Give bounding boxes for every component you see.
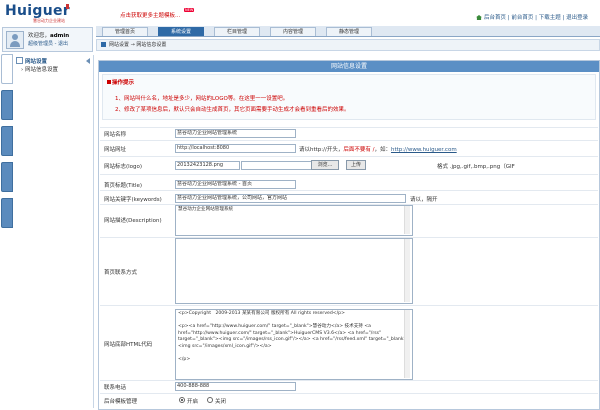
logo-slogan: 慧谷动力企业建站 — [33, 18, 65, 23]
label-site-url: 网站网址 — [104, 147, 127, 153]
divider — [100, 174, 598, 175]
tab-content-management[interactable]: 内容管理 — [270, 27, 316, 36]
url-example-link[interactable]: http://www.huiguer.com — [391, 147, 457, 153]
radio-disable-label[interactable]: 关闭 — [215, 397, 226, 405]
label-logo: 网站标志(logo) — [104, 164, 143, 170]
divider — [100, 393, 598, 394]
logo[interactable]: Huiguer — [5, 3, 70, 19]
divider — [100, 305, 598, 306]
label-footer-html: 网站底部HTML代码 — [104, 342, 153, 348]
user-name: admin — [50, 33, 70, 39]
tips-title: 操作提示 — [107, 78, 134, 86]
browse-button[interactable]: 浏览... — [311, 160, 339, 170]
left-vertical-tabs — [0, 54, 13, 234]
collapse-arrow-icon[interactable] — [86, 58, 90, 64]
link-download[interactable]: 下载主题 — [539, 15, 561, 21]
logo-path-input[interactable]: 20132423128.png — [175, 161, 240, 170]
sidenav-title[interactable]: 网站设置 — [16, 57, 47, 65]
left-tab-1[interactable] — [1, 54, 13, 84]
left-tab-3[interactable] — [1, 126, 13, 156]
top-bar: Huiguer 慧谷动力企业建站 点击获取更多主题模板... NEW 后台首页 … — [0, 0, 600, 26]
radio-enable[interactable] — [179, 397, 185, 403]
footer-html-textarea[interactable]: <p>Copyright 2009-2013 某某有限公司 版权所有 All r… — [175, 309, 413, 380]
folder-icon — [16, 57, 23, 64]
logo-file-input[interactable] — [241, 161, 312, 170]
label-contact: 首页联系方式 — [104, 270, 138, 276]
divider — [100, 190, 598, 191]
left-tab-4[interactable] — [1, 162, 13, 192]
divider — [100, 380, 598, 381]
promo-link[interactable]: 点击获取更多主题模板... — [120, 11, 180, 19]
avatar-icon — [6, 31, 24, 49]
user-links[interactable]: 超级管理员 - 退出 — [28, 40, 68, 47]
keywords-input[interactable]: 慧谷动力企业网站管理系统，公司网站，官方网站 — [175, 194, 406, 203]
radio-enable-label[interactable]: 开启 — [187, 397, 198, 405]
panel-title: 网站信息设置 — [99, 61, 599, 72]
main-tabs: 管理首页 系统设置 栏目管理 内容管理 静态管理 — [96, 26, 600, 37]
tab-column-management[interactable]: 栏目管理 — [214, 27, 260, 36]
label-description: 网站描述(Description) — [104, 218, 162, 224]
link-admin-home[interactable]: 后台首页 — [484, 15, 506, 21]
divider — [100, 156, 598, 157]
radio-disable[interactable] — [207, 397, 213, 403]
side-nav: 网站设置 › 网站信息设置 — [13, 55, 94, 408]
label-phone: 联系电话 — [104, 385, 127, 391]
user-box: 欢迎您，admin 超级管理员 - 退出 — [2, 27, 93, 52]
upload-button[interactable]: 上传 — [346, 160, 366, 170]
link-logout[interactable]: 退出登录 — [566, 15, 588, 21]
tab-home[interactable]: 管理首页 — [102, 27, 148, 36]
tab-static-management[interactable]: 静态管理 — [326, 27, 372, 36]
description-textarea[interactable]: 慧谷动力企业网站管理系统 — [175, 205, 413, 236]
phone-input[interactable]: 400-888-888 — [175, 382, 296, 391]
footer-scrollbar[interactable] — [404, 310, 410, 378]
logo-mark-icon — [66, 4, 69, 9]
link-site-home[interactable]: 前台首页 — [511, 15, 533, 21]
label-site-name: 网站名称 — [104, 132, 127, 138]
tips-box: 操作提示 1、网站叫什么名，地址是多少，网站的LOGO等。在这里一一设置吧。 2… — [102, 74, 596, 120]
breadcrumb: 网站设置 → 网站信息设置 — [96, 39, 600, 51]
label-home-title: 首页标题(Title) — [104, 183, 143, 189]
home-icon — [476, 15, 482, 20]
warning-icon — [107, 80, 111, 84]
url-hint: 请以http://开头，后面不要有 /，如：http://www.huiguer… — [299, 147, 457, 153]
divider — [100, 140, 598, 141]
contact-textarea[interactable] — [175, 238, 413, 304]
left-tab-2[interactable] — [1, 90, 13, 120]
breadcrumb-icon — [101, 41, 106, 47]
tip-2: 2、修改了某项信息后，默认只会自动生成首页，其它页面需要手动生成才会看到重看后的… — [115, 107, 350, 113]
logo-format-hint: 格式 .jpg,.gif,.bmp,.png（GIF — [437, 164, 515, 170]
divider — [100, 127, 598, 128]
welcome-text: 欢迎您，admin — [28, 33, 70, 39]
top-links: 后台首页 | 前台首页 | 下载主题 | 退出登录 — [476, 13, 588, 21]
contact-scrollbar[interactable] — [404, 239, 410, 302]
keywords-hint: 请以，隔开 — [410, 197, 438, 203]
description-scrollbar[interactable] — [404, 206, 410, 234]
tab-system-settings[interactable]: 系统设置 — [158, 27, 204, 36]
label-template: 后台模板管理 — [104, 399, 138, 405]
label-keywords: 网站关键字(keywords) — [104, 197, 162, 203]
site-name-input[interactable]: 慧谷动力企业网站管理系统 — [175, 129, 296, 138]
sidenav-item-site-info[interactable]: › 网站信息设置 — [21, 65, 58, 73]
home-title-input[interactable]: 慧谷动力企业网站管理系统 - 首页 — [175, 180, 296, 189]
tip-1: 1、网站叫什么名，地址是多少，网站的LOGO等。在这里一一设置吧。 — [115, 96, 289, 102]
new-badge: NEW — [184, 8, 195, 12]
site-url-input[interactable]: http://localhost:8080 — [175, 144, 296, 153]
left-tab-5[interactable] — [1, 198, 13, 228]
